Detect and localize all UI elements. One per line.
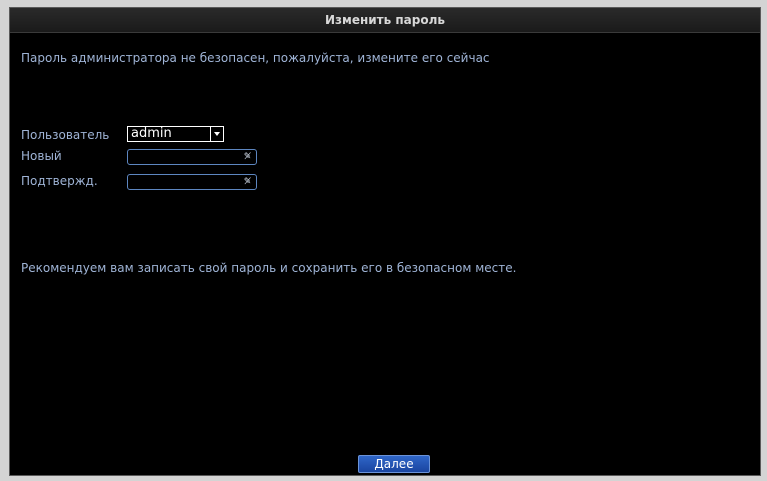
change-password-dialog: Изменить пароль Пароль администратора не…	[9, 7, 761, 476]
new-password-label: Новый	[21, 149, 62, 163]
eye-slash-icon[interactable]: ✎̸	[242, 151, 253, 163]
confirm-password-field[interactable]: ✎̸	[127, 174, 257, 190]
confirm-password-label: Подтвержд.	[21, 174, 98, 188]
eye-slash-icon[interactable]: ✎̸	[242, 176, 253, 188]
security-warning: Пароль администратора не безопасен, пожа…	[21, 51, 490, 65]
new-password-field[interactable]: ✎̸	[127, 149, 257, 165]
user-label: Пользователь	[21, 128, 110, 142]
screen-background: Изменить пароль Пароль администратора не…	[0, 0, 767, 481]
recommendation-text: Рекомендуем вам записать свой пароль и с…	[21, 261, 517, 275]
chevron-down-icon[interactable]	[210, 127, 223, 141]
dialog-title: Изменить пароль	[10, 8, 760, 33]
next-button[interactable]: Далее	[358, 455, 430, 473]
user-select-value: admin	[131, 126, 172, 141]
user-select[interactable]: admin	[127, 126, 224, 142]
